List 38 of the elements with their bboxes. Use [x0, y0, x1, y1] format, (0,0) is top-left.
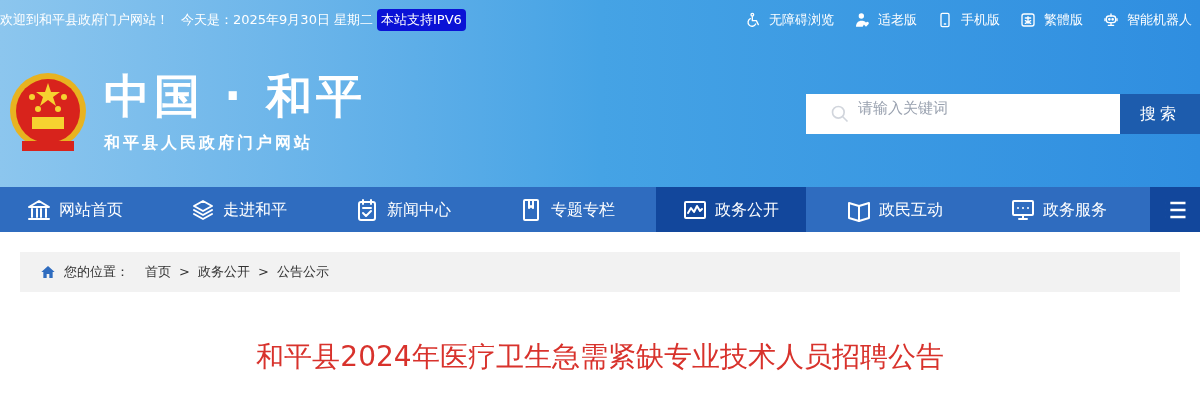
nav-tab[interactable]: 网站首页 — [0, 187, 150, 232]
site-title: 中国 · 和平 — [104, 72, 366, 119]
character-box-icon — [1020, 12, 1036, 28]
top-link[interactable]: 无障碍浏览 — [745, 10, 834, 30]
search-icon — [830, 103, 850, 124]
site-subtitle: 和平县人民政府门户网站 — [104, 131, 314, 154]
home-icon — [40, 264, 56, 280]
breadcrumb-link[interactable]: 政务公开 — [197, 262, 250, 282]
robot-icon — [1103, 12, 1119, 28]
location-label: 您的位置： — [64, 263, 129, 282]
welcome-text: 欢迎到和平县政府门户网站！ — [0, 11, 169, 30]
top-link[interactable]: 适老版 — [854, 10, 917, 30]
breadcrumb-link[interactable]: 首页 — [145, 262, 171, 282]
date-text: 今天是：2025年9月30日 星期二 — [181, 11, 374, 30]
article-title: 和平县2024年医疗卫生急需紧缺专业技术人员招聘公告 — [256, 339, 944, 375]
monitor-icon — [1011, 197, 1035, 222]
top-link[interactable]: 繁體版 — [1020, 10, 1083, 30]
nav-tab[interactable]: 政务公开 — [656, 187, 806, 232]
breadcrumb-separator: > — [257, 263, 269, 282]
nav-tab[interactable]: 走进和平 — [164, 187, 314, 232]
menu-button[interactable] — [1150, 187, 1200, 232]
breadcrumb-link[interactable]: 公告公示 — [276, 262, 329, 282]
nav-tab[interactable]: 新闻中心 — [328, 187, 478, 232]
checklist-icon — [355, 197, 379, 222]
phone-icon — [937, 12, 953, 28]
layers-icon — [191, 197, 215, 222]
search-button[interactable]: 搜索 — [1120, 93, 1200, 134]
nav-tab[interactable]: 专题专栏 — [492, 187, 642, 232]
nav-tab[interactable]: 政民互动 — [820, 187, 970, 232]
top-link[interactable]: 智能机器人 — [1103, 10, 1192, 30]
nav-tab[interactable]: 政务服务 — [984, 187, 1134, 232]
search-field[interactable]: 请输入关键词 — [806, 93, 1120, 134]
ipv6-badge: 本站支持IPV6 — [377, 9, 466, 31]
building-icon — [27, 197, 51, 222]
person-heart-icon — [854, 12, 870, 28]
wheelchair-icon — [745, 12, 761, 28]
breadcrumb-separator: > — [179, 263, 190, 282]
top-link[interactable]: 手机版 — [937, 10, 1000, 30]
